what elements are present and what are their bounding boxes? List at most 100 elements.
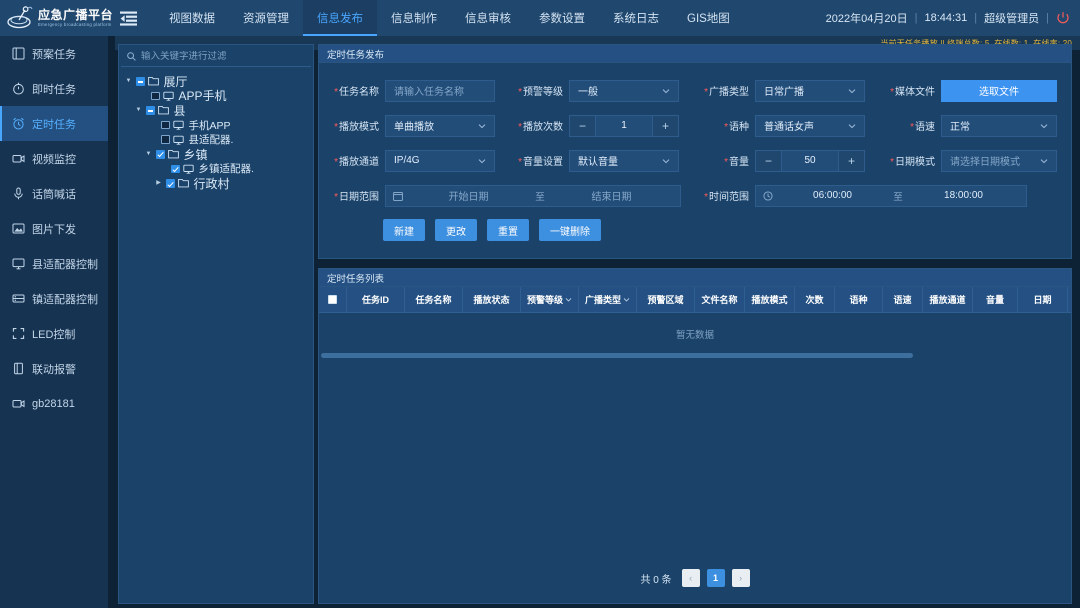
delete-all-button[interactable]: 一键删除 [539, 219, 601, 241]
tree-checkbox[interactable] [136, 77, 145, 86]
sidebar-item-video-monitor[interactable]: 视频监控 [0, 141, 108, 176]
sidebar-item-linked-alarm[interactable]: 联动报警 [0, 351, 108, 386]
nav-item-7[interactable]: GIS地图 [673, 0, 744, 36]
tree-checkbox[interactable] [146, 106, 155, 115]
speed-select[interactable]: 正常 [941, 115, 1057, 137]
sidebar-item-image-send[interactable]: 图片下发 [0, 211, 108, 246]
list-panel-title: 定时任务列表 [319, 269, 1071, 287]
sidebar-item-plan-task[interactable]: 预案任务 [0, 36, 108, 71]
tree-node-6[interactable]: ▼ 乡镇适配器. [119, 162, 313, 177]
broadcast-type-select[interactable]: 日常广播 [755, 80, 865, 102]
play-mode-select[interactable]: 单曲播放 [385, 115, 495, 137]
play-count-increment[interactable]: + [653, 116, 678, 136]
tree-node-4[interactable]: ▼ 县适配器. [119, 132, 313, 147]
sidebar-item-timed-task[interactable]: 定时任务 [0, 106, 108, 141]
current-date: 2022年04月20日 [826, 10, 908, 26]
tree-checkbox[interactable] [171, 165, 180, 174]
volume-stepper[interactable]: − 50 + [755, 150, 865, 172]
tree-node-5[interactable]: ▼ 乡镇 [119, 147, 313, 162]
tree-checkbox[interactable] [151, 92, 160, 101]
tree-node-7[interactable]: ▶ 行政村 [119, 176, 313, 191]
column-speed: 语速 [883, 287, 923, 312]
nav-item-1[interactable]: 资源管理 [229, 0, 303, 36]
play-count-value[interactable]: 1 [595, 116, 653, 136]
date-mode-select[interactable]: 请选择日期模式 [941, 150, 1057, 172]
required-mark: * [518, 157, 522, 168]
volume-value[interactable]: 50 [781, 151, 839, 171]
chevron-down-icon[interactable]: ▼ [134, 107, 143, 113]
select-all-checkbox[interactable] [328, 295, 337, 304]
tree-node-0[interactable]: ▼ 展厅 [119, 74, 313, 89]
sidebar-item-town-adapter[interactable]: 镇适配器控制 [0, 281, 108, 316]
channel-select[interactable]: IP/4G [385, 150, 495, 172]
sidebar-item-label: 话筒喊话 [32, 186, 76, 202]
nav-label: 参数设置 [539, 10, 585, 26]
language-select[interactable]: 普通话女声 [755, 115, 865, 137]
time-range-picker[interactable]: 06:00:00 至 18:00:00 [755, 185, 1027, 207]
tree-filter[interactable] [121, 47, 311, 67]
create-button[interactable]: 新建 [383, 219, 425, 241]
chevron-down-icon[interactable]: ▼ [144, 151, 153, 157]
column-broadcast-type[interactable]: 广播类型 [579, 287, 637, 312]
tree-search-input[interactable] [141, 51, 305, 62]
date-range-picker[interactable]: 开始日期 至 结束日期 [385, 185, 681, 207]
app-logo: 应急广播平台 Emergency broadcasting platform [0, 0, 115, 36]
nav-item-5[interactable]: 参数设置 [525, 0, 599, 36]
warn-level-select[interactable]: 一般 [569, 80, 679, 102]
tree-node-1[interactable]: ▼ APP手机 [119, 89, 313, 104]
column-warn-level[interactable]: 预警等级 [521, 287, 579, 312]
logo-title: 应急广播平台 [38, 9, 113, 22]
volume-setting-value: 默认音量 [578, 153, 618, 168]
chevron-right-icon[interactable]: ▶ [154, 180, 163, 186]
time-range-label: *时间范围 [689, 188, 755, 203]
sidebar-item-county-adapter[interactable]: 县适配器控制 [0, 246, 108, 281]
power-icon[interactable] [1056, 11, 1070, 25]
nav-item-3[interactable]: 信息制作 [377, 0, 451, 36]
device-icon [183, 164, 194, 174]
update-button[interactable]: 更改 [435, 219, 477, 241]
nav-item-6[interactable]: 系统日志 [599, 0, 673, 36]
monitor-icon [12, 257, 25, 270]
task-form: *任务名称 请输入任务名称 *预警等级 一般 *广播类型 [319, 63, 1071, 241]
language-value: 普通话女声 [764, 118, 814, 133]
play-count-decrement[interactable]: − [570, 116, 595, 136]
sidebar-item-label: 预案任务 [32, 46, 76, 62]
horizontal-scrollbar[interactable] [321, 353, 913, 358]
menu-collapse-icon[interactable] [115, 0, 141, 36]
current-user: 超级管理员 [984, 10, 1039, 26]
pagination-page-1[interactable]: 1 [707, 569, 725, 587]
play-mode-value: 单曲播放 [394, 118, 434, 133]
tree-node-2[interactable]: ▼ 县 [119, 103, 313, 118]
column-select-all[interactable] [319, 287, 347, 312]
nav-item-4[interactable]: 信息审核 [451, 0, 525, 36]
warn-level-label: *预警等级 [503, 83, 569, 98]
chevron-down-icon [565, 296, 572, 303]
sidebar-item-gb28181[interactable]: gb28181 [0, 386, 108, 421]
select-file-button[interactable]: 选取文件 [941, 80, 1057, 102]
volume-setting-select[interactable]: 默认音量 [569, 150, 679, 172]
required-mark: * [724, 122, 728, 133]
pagination-prev[interactable]: ‹ [682, 569, 700, 587]
reset-button[interactable]: 重置 [487, 219, 529, 241]
chevron-down-icon [478, 122, 486, 130]
volume-increment[interactable]: + [839, 151, 864, 171]
sidebar-item-instant-task[interactable]: 即时任务 [0, 71, 108, 106]
sidebar-item-led-control[interactable]: LED控制 [0, 316, 108, 351]
play-count-stepper[interactable]: − 1 + [569, 115, 679, 137]
nav-item-2[interactable]: 信息发布 [303, 0, 377, 36]
image-send-icon [12, 222, 25, 235]
sidebar-item-microphone[interactable]: 话筒喊话 [0, 176, 108, 211]
chevron-down-icon[interactable]: ▼ [124, 78, 133, 84]
tree-node-3[interactable]: ▼ 手机APP [119, 118, 313, 133]
nav-item-0[interactable]: 视图数据 [155, 0, 229, 36]
tree-checkbox[interactable] [166, 179, 175, 188]
volume-decrement[interactable]: − [756, 151, 781, 171]
tree-node-label: 手机APP [189, 118, 231, 133]
tree-checkbox[interactable] [161, 135, 170, 144]
tree-checkbox[interactable] [161, 121, 170, 130]
sidebar-item-label: gb28181 [32, 398, 75, 410]
pagination-next[interactable]: › [732, 569, 750, 587]
search-icon [127, 52, 136, 61]
task-name-input[interactable]: 请输入任务名称 [385, 80, 495, 102]
tree-checkbox[interactable] [156, 150, 165, 159]
